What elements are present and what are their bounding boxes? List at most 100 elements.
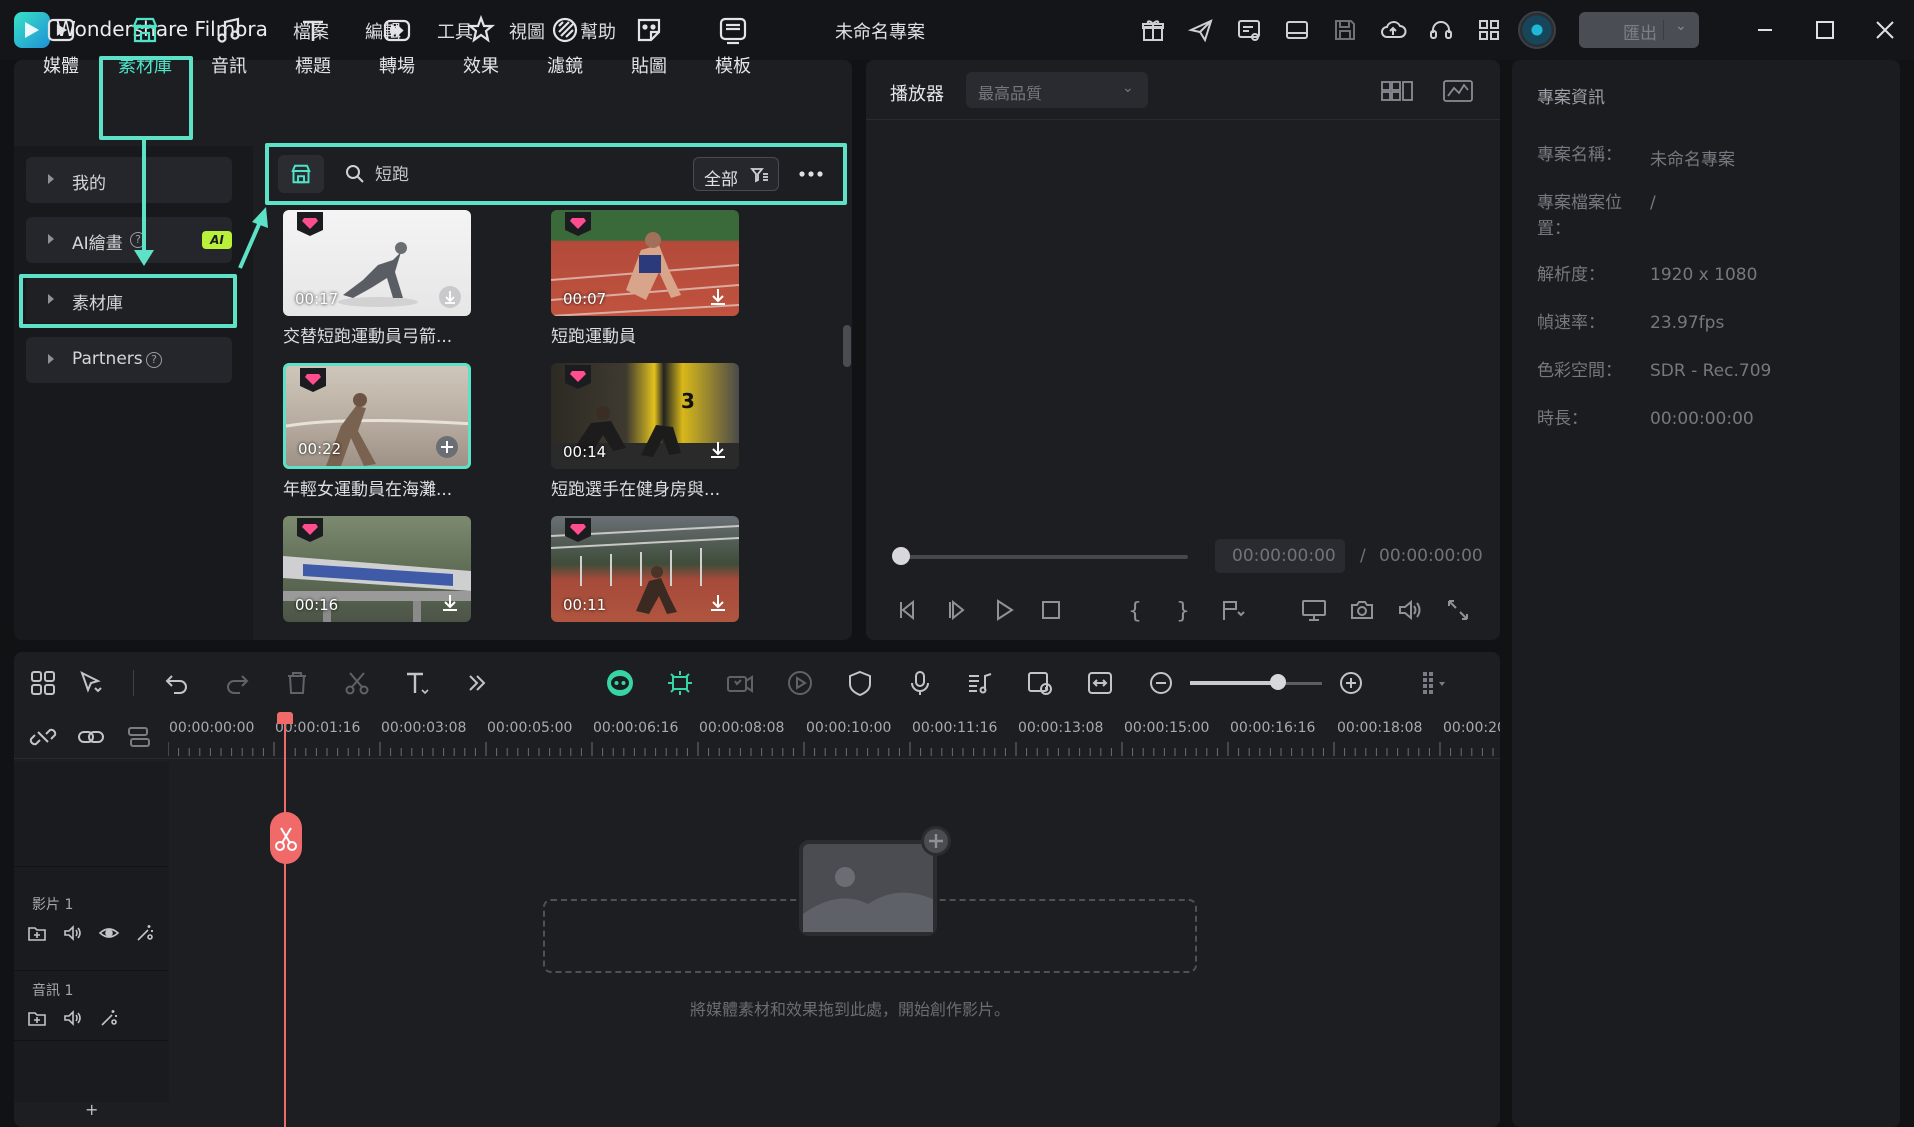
player-label: 播放器 [890,84,944,105]
fit-timeline-icon[interactable] [1085,668,1115,698]
speed-ramp-icon[interactable] [785,668,815,698]
cloud-upload-icon[interactable] [1379,16,1407,44]
redo-icon[interactable] [222,668,252,698]
delete-trash-icon[interactable] [282,668,312,698]
tab-transitions[interactable]: 轉場 [354,8,440,82]
user-avatar[interactable] [1518,11,1556,49]
auto-highlight-icon[interactable] [725,668,755,698]
maximize-icon[interactable] [1809,14,1841,46]
track-volume-icon[interactable] [62,1007,84,1029]
media-thumbnail[interactable]: 00:17 [283,210,471,316]
current-time-box[interactable]: 00:00:00:00 [1215,539,1345,573]
scopes-icon[interactable] [1442,78,1474,104]
ai-copilot-icon[interactable] [605,668,635,698]
playhead-line[interactable] [284,716,286,1127]
stop-icon[interactable] [1037,596,1065,624]
previous-frame-icon[interactable] [893,596,921,624]
mark-in-icon[interactable]: { [1120,596,1148,624]
media-thumbnail[interactable]: 00:16 [283,516,471,622]
track-ai-icon[interactable] [98,1007,120,1029]
play-icon[interactable] [990,596,1018,624]
add-track-button[interactable]: + [85,1100,98,1119]
track-volume-icon[interactable] [62,922,84,944]
snapshot-camera-icon[interactable] [1348,596,1376,624]
tab-filters[interactable]: 濾鏡 [522,8,608,82]
download-icon[interactable] [439,286,461,308]
search-input[interactable] [375,162,575,182]
timeline-settings-icon[interactable] [1418,668,1448,698]
feedback-icon[interactable] [1235,16,1263,44]
zoom-out-icon[interactable] [1146,668,1176,698]
folder-add-icon[interactable] [26,1007,48,1029]
sidebar-item-partners[interactable]: Partners ? [26,337,232,383]
sidebar-item-stock-library[interactable]: 素材庫 [26,277,232,323]
search-icon [344,163,366,185]
help-icon[interactable]: ? [146,352,162,368]
folder-add-icon[interactable] [26,922,48,944]
tab-templates[interactable]: 模板 [690,8,776,82]
minimize-icon[interactable] [1749,14,1781,46]
grid-view-icon[interactable] [1380,78,1414,104]
playback-progress-track[interactable] [900,555,1188,559]
media-placeholder-icon [799,840,937,936]
add-marker-icon[interactable] [1218,596,1246,624]
mark-out-icon[interactable]: } [1168,596,1196,624]
quality-select[interactable]: 最高品質 ⌄ [966,72,1148,108]
layout-grid-icon[interactable] [28,668,58,698]
select-pointer-icon[interactable] [76,668,106,698]
more-tools-chevron-icon[interactable] [462,668,492,698]
link-icon[interactable] [76,722,106,752]
add-to-timeline-icon[interactable] [436,436,458,458]
export-button[interactable]: 匯出 ⌄ [1579,12,1699,48]
more-options-icon[interactable] [796,163,826,185]
info-label-framerate: 幀速率： [1537,313,1605,333]
playhead-handle[interactable] [277,712,293,724]
volume-icon[interactable] [1396,596,1424,624]
media-thumbnail-selected[interactable]: 00:22 [283,363,471,469]
download-icon[interactable] [707,439,729,461]
record-voiceover-icon[interactable] [905,668,935,698]
unlink-icon[interactable] [28,722,58,752]
display-settings-icon[interactable] [1300,596,1328,624]
chevron-down-icon[interactable]: ⌄ [1675,18,1687,34]
split-scissors-icon[interactable] [342,668,372,698]
gift-icon[interactable] [1139,16,1167,44]
ruler-label: 00:00:18:08 [1337,720,1423,736]
track-ai-icon[interactable] [134,922,156,944]
zoom-slider-knob[interactable] [1270,674,1286,690]
headset-support-icon[interactable] [1427,16,1455,44]
download-icon[interactable] [707,286,729,308]
marker-shield-icon[interactable] [845,668,875,698]
tab-stickers[interactable]: 貼圖 [606,8,692,82]
player-divider [866,119,1500,120]
audio-beat-icon[interactable] [965,668,995,698]
audio-track-label: 音訊 1 [32,983,74,999]
text-title-icon[interactable] [402,668,432,698]
premium-gem-icon [300,368,326,392]
undo-icon[interactable] [162,668,192,698]
download-icon[interactable] [439,592,461,614]
download-icon[interactable] [707,592,729,614]
duration-label: 00:17 [295,290,339,308]
apps-grid-icon[interactable] [1475,16,1503,44]
tab-effects[interactable]: 效果 [438,8,524,82]
filter-all-button[interactable]: 全部 [693,157,779,191]
media-scrollbar[interactable] [843,325,851,367]
fullscreen-icon[interactable] [1444,596,1472,624]
zoom-in-icon[interactable] [1336,668,1366,698]
media-thumbnail[interactable]: 00:11 [551,516,739,622]
eye-visibility-icon[interactable] [98,922,120,944]
media-thumbnail[interactable]: 00:07 [551,210,739,316]
send-icon[interactable] [1187,16,1215,44]
ruler-label: 00:00:11:16 [912,720,998,736]
media-thumbnail[interactable]: 3 00:14 [551,363,739,469]
render-preview-icon[interactable] [1025,668,1055,698]
save-icon[interactable] [1331,16,1359,44]
close-icon[interactable] [1869,14,1901,46]
layout-icon[interactable] [1283,16,1311,44]
playback-progress-knob[interactable] [892,547,910,565]
auto-reframe-icon[interactable] [665,668,695,698]
playhead-scissors-button[interactable] [270,812,302,864]
next-frame-icon[interactable] [942,596,970,624]
track-manager-icon[interactable] [124,722,154,752]
